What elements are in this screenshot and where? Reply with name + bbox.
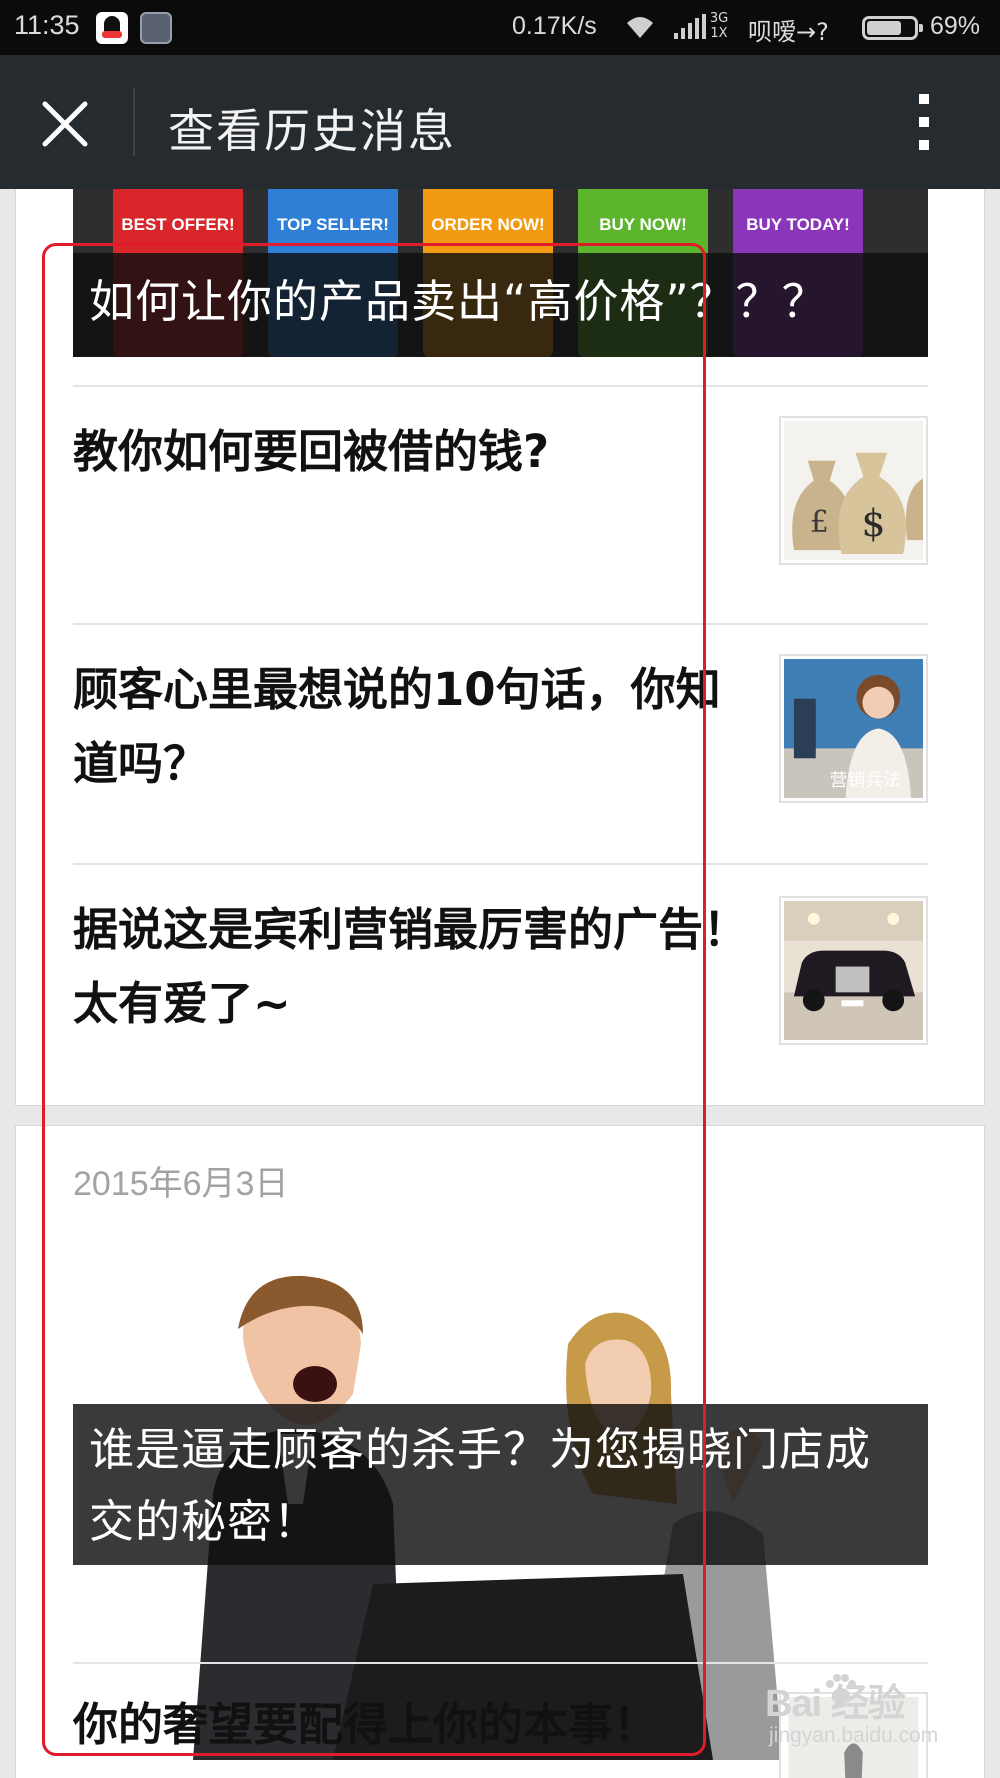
more-vertical-icon[interactable] <box>900 90 948 154</box>
svg-text:£: £ <box>810 505 829 540</box>
watermark-url: jingyan.baidu.com <box>769 1724 939 1747</box>
carrier-name: 呗嗳→? <box>748 18 829 46</box>
article-thumbnail[interactable] <box>779 896 928 1045</box>
network-type-main: 3G <box>709 11 729 26</box>
woman-photo: 营销兵法 <box>784 659 923 798</box>
app-notification-icon <box>140 12 172 44</box>
status-time: 11:35 <box>14 10 80 40</box>
battery-icon <box>862 16 923 40</box>
article-thumbnail[interactable]: 营销兵法 <box>779 654 928 803</box>
svg-text:$: $ <box>861 501 885 545</box>
battery-percent: 69% <box>930 12 981 40</box>
baidu-jingyan-watermark: Bai 经验 jingyan.baidu.com <box>765 1672 965 1772</box>
money-bags-image: £ $ <box>784 421 923 560</box>
thumb-watermark: 营销兵法 <box>830 770 901 791</box>
page-title: 查看历史消息 <box>168 104 456 158</box>
title-divider <box>133 88 135 156</box>
title-bar: 查看历史消息 <box>0 55 1000 189</box>
paw-icon <box>826 1674 856 1704</box>
highlight-frame <box>42 243 706 1756</box>
article-thumbnail[interactable]: £ $ <box>779 416 928 565</box>
wifi-icon <box>627 17 653 38</box>
network-type-sub: 1X <box>710 26 728 41</box>
close-icon[interactable] <box>34 93 96 155</box>
signal-icon <box>674 14 706 39</box>
qq-notification-icon <box>96 12 128 44</box>
bentley-car-image <box>784 901 923 1040</box>
network-type: 3G 1X <box>709 11 729 41</box>
status-bar: 11:35 0.17K/s 3G 1X 呗嗳→? 69% <box>0 0 1000 55</box>
network-speed: 0.17K/s <box>512 12 597 40</box>
